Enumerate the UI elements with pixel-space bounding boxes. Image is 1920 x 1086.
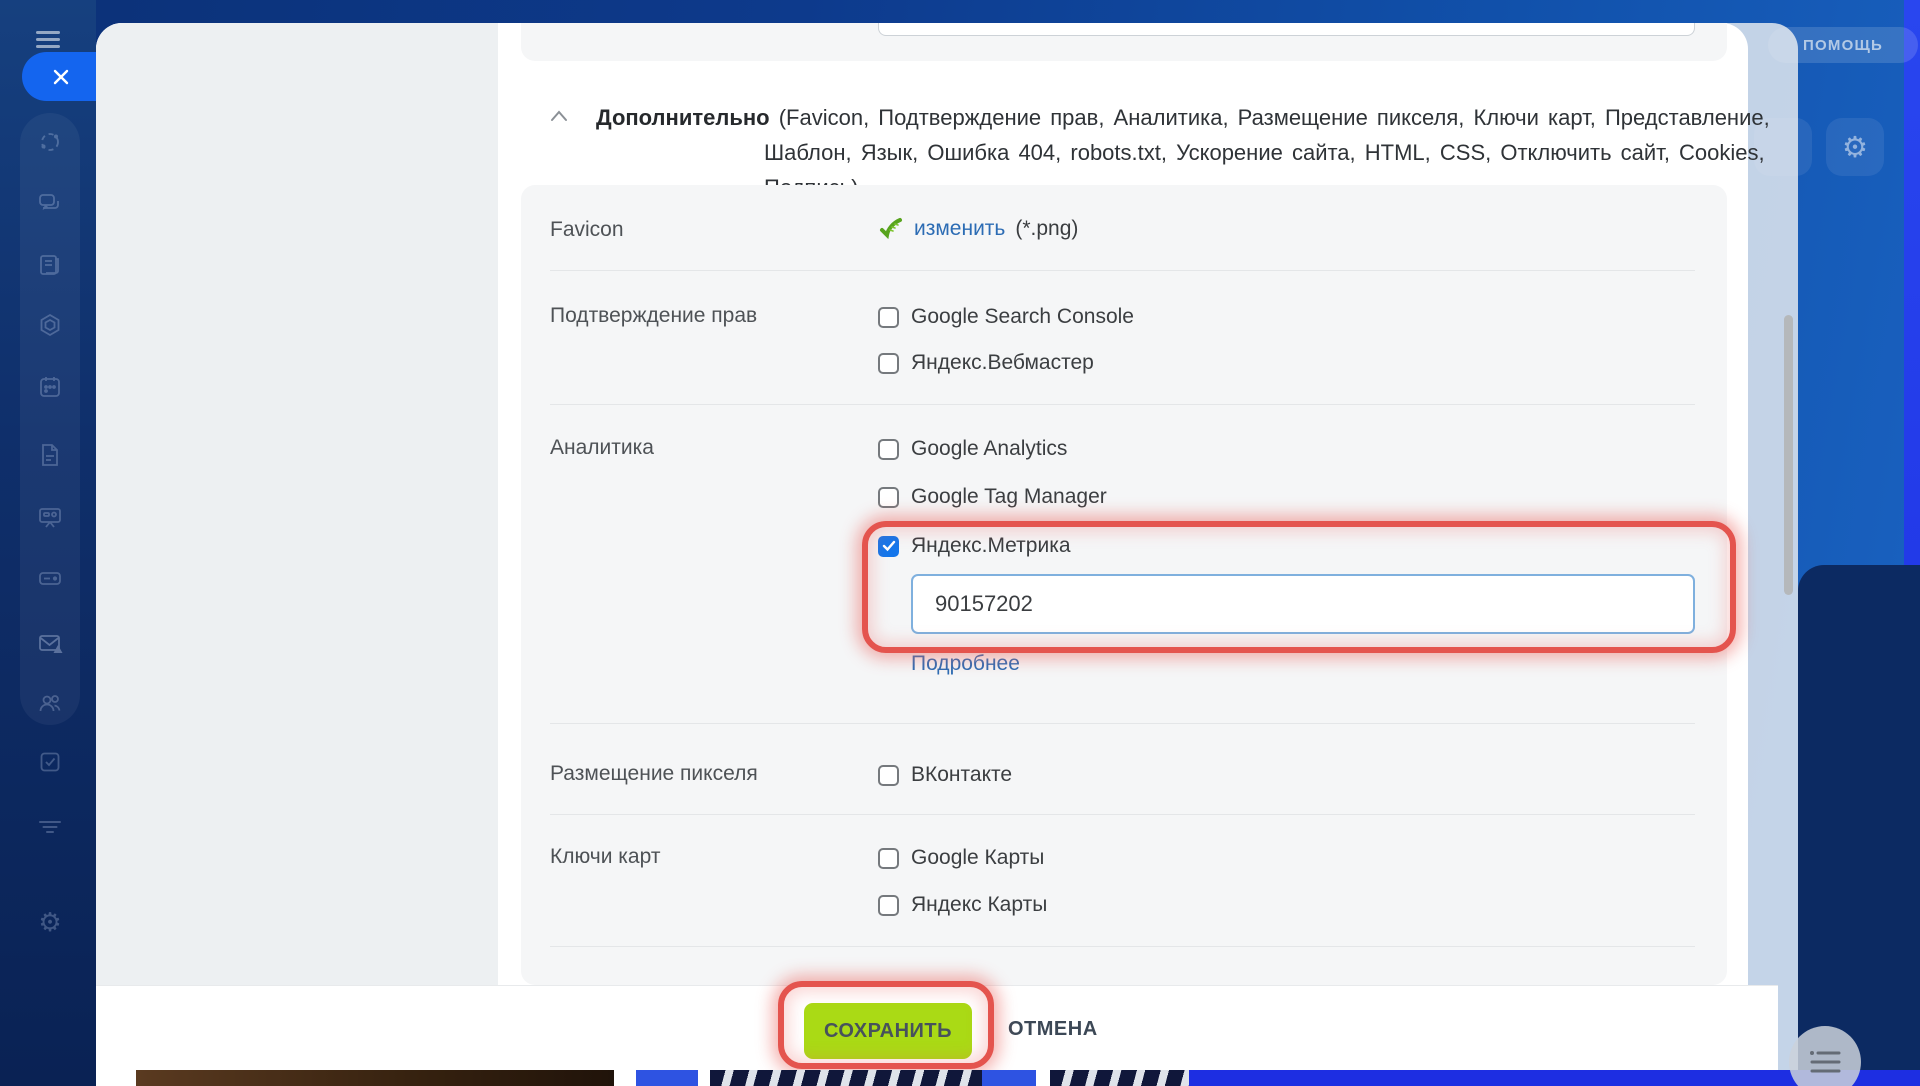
- menu-icon: [36, 45, 60, 48]
- chevron-up-icon: [549, 109, 569, 123]
- maps-row-label: Ключи карт: [550, 845, 860, 869]
- pixel-row-label: Размещение пикселя: [550, 762, 860, 786]
- file-icon[interactable]: [37, 442, 63, 468]
- strip-segment: [710, 1070, 982, 1086]
- sidebar: ⚙: [0, 0, 96, 1086]
- settings-icon[interactable]: ⚙: [37, 909, 63, 935]
- checkbox-label: Google Search Console: [911, 305, 1134, 329]
- rights-row-label: Подтверждение прав: [550, 304, 860, 328]
- row-divider: [550, 270, 1695, 271]
- highlight-ring-save: [778, 981, 994, 1069]
- close-button[interactable]: [22, 52, 100, 101]
- chat-icon[interactable]: [37, 190, 63, 216]
- checkbox-google-tag-manager[interactable]: Google Tag Manager: [878, 485, 1107, 509]
- highlight-ring-metrika: [862, 521, 1736, 653]
- checkbox-google-analytics[interactable]: Google Analytics: [878, 437, 1067, 461]
- favicon-row-label: Favicon: [550, 218, 860, 242]
- checkbox-label: Google Карты: [911, 846, 1044, 870]
- close-icon: [52, 68, 70, 86]
- row-divider: [550, 946, 1695, 947]
- checkbox-label: Google Tag Manager: [911, 485, 1107, 509]
- presentation-icon[interactable]: [37, 504, 63, 530]
- cancel-button[interactable]: ОТМЕНА: [1008, 1018, 1098, 1041]
- checkbox-icon[interactable]: [878, 353, 899, 374]
- section-summary-line: Шаблон, Язык, Ошибка 404, robots.txt, Ус…: [596, 135, 1770, 170]
- modal-scrollbar[interactable]: [1784, 315, 1793, 595]
- users-icon[interactable]: [37, 690, 63, 716]
- row-divider: [550, 723, 1695, 724]
- details-link[interactable]: Подробнее: [911, 652, 1020, 676]
- previous-input-bottom: [878, 23, 1695, 36]
- checkbox-icon[interactable]: [878, 848, 899, 869]
- checkbox-label: Google Analytics: [911, 437, 1067, 461]
- checkbox-label: ВКонтакте: [911, 763, 1012, 787]
- strip-segment: [136, 1070, 614, 1086]
- checkbox-google-maps[interactable]: Google Карты: [878, 846, 1044, 870]
- favicon-row-value: изменить (*.png): [878, 213, 1078, 245]
- site-preview-strip: [96, 1070, 1920, 1086]
- menu-icon: [36, 31, 60, 34]
- checkbox-yandex-maps[interactable]: Яндекс Карты: [878, 893, 1047, 917]
- checkbox-label: Яндекс.Вебмастер: [911, 351, 1094, 375]
- orbit-icon[interactable]: [37, 129, 63, 155]
- list-icon: [1808, 1047, 1842, 1077]
- strip-segment: [96, 1070, 136, 1086]
- favicon-preview-icon: [878, 216, 904, 242]
- strip-segment: [982, 1070, 1036, 1086]
- background-panel: [1798, 565, 1920, 1086]
- section-summary-line: (Favicon, Подтверждение прав, Аналитика,…: [779, 105, 1770, 130]
- app-root: ПОМОЩЬ ⚙: [0, 0, 1920, 1086]
- row-divider: [550, 404, 1695, 405]
- checkbox-yandex-webmaster[interactable]: Яндекс.Вебмастер: [878, 351, 1094, 375]
- favicon-change-link[interactable]: изменить: [914, 217, 1005, 241]
- mail-alert-icon[interactable]: [37, 630, 63, 656]
- collapse-section-button[interactable]: [549, 109, 569, 128]
- settings-gear-button[interactable]: ⚙: [1826, 118, 1884, 176]
- checkbox-label: Яндекс Карты: [911, 893, 1047, 917]
- favicon-format-hint: (*.png): [1015, 217, 1078, 241]
- menu-icon: [36, 38, 60, 41]
- hexagon-icon[interactable]: [37, 312, 63, 338]
- tasks-icon[interactable]: [37, 749, 63, 775]
- pages-icon[interactable]: [37, 252, 63, 278]
- gear-icon: ⚙: [1842, 130, 1868, 165]
- modal-left-column: [96, 23, 498, 985]
- drive-icon[interactable]: [37, 565, 63, 591]
- strip-segment: [1050, 1070, 1189, 1086]
- strip-segment: [1036, 1070, 1050, 1086]
- filter-icon[interactable]: [37, 813, 63, 839]
- checkbox-vkontakte[interactable]: ВКонтакте: [878, 763, 1012, 787]
- calendar-icon[interactable]: [37, 374, 63, 400]
- strip-segment: [698, 1070, 710, 1086]
- strip-segment: [614, 1070, 636, 1086]
- checkbox-icon[interactable]: [878, 487, 899, 508]
- analytics-row-label: Аналитика: [550, 436, 860, 460]
- checkbox-google-search-console[interactable]: Google Search Console: [878, 305, 1134, 329]
- menu-button[interactable]: [0, 0, 96, 60]
- help-label: ПОМОЩЬ: [1803, 37, 1883, 54]
- section-title: Дополнительно: [596, 105, 770, 130]
- checkbox-icon[interactable]: [878, 895, 899, 916]
- row-divider: [550, 814, 1695, 815]
- checkbox-icon[interactable]: [878, 307, 899, 328]
- checkbox-icon[interactable]: [878, 765, 899, 786]
- strip-segment: [636, 1070, 698, 1086]
- checkbox-icon[interactable]: [878, 439, 899, 460]
